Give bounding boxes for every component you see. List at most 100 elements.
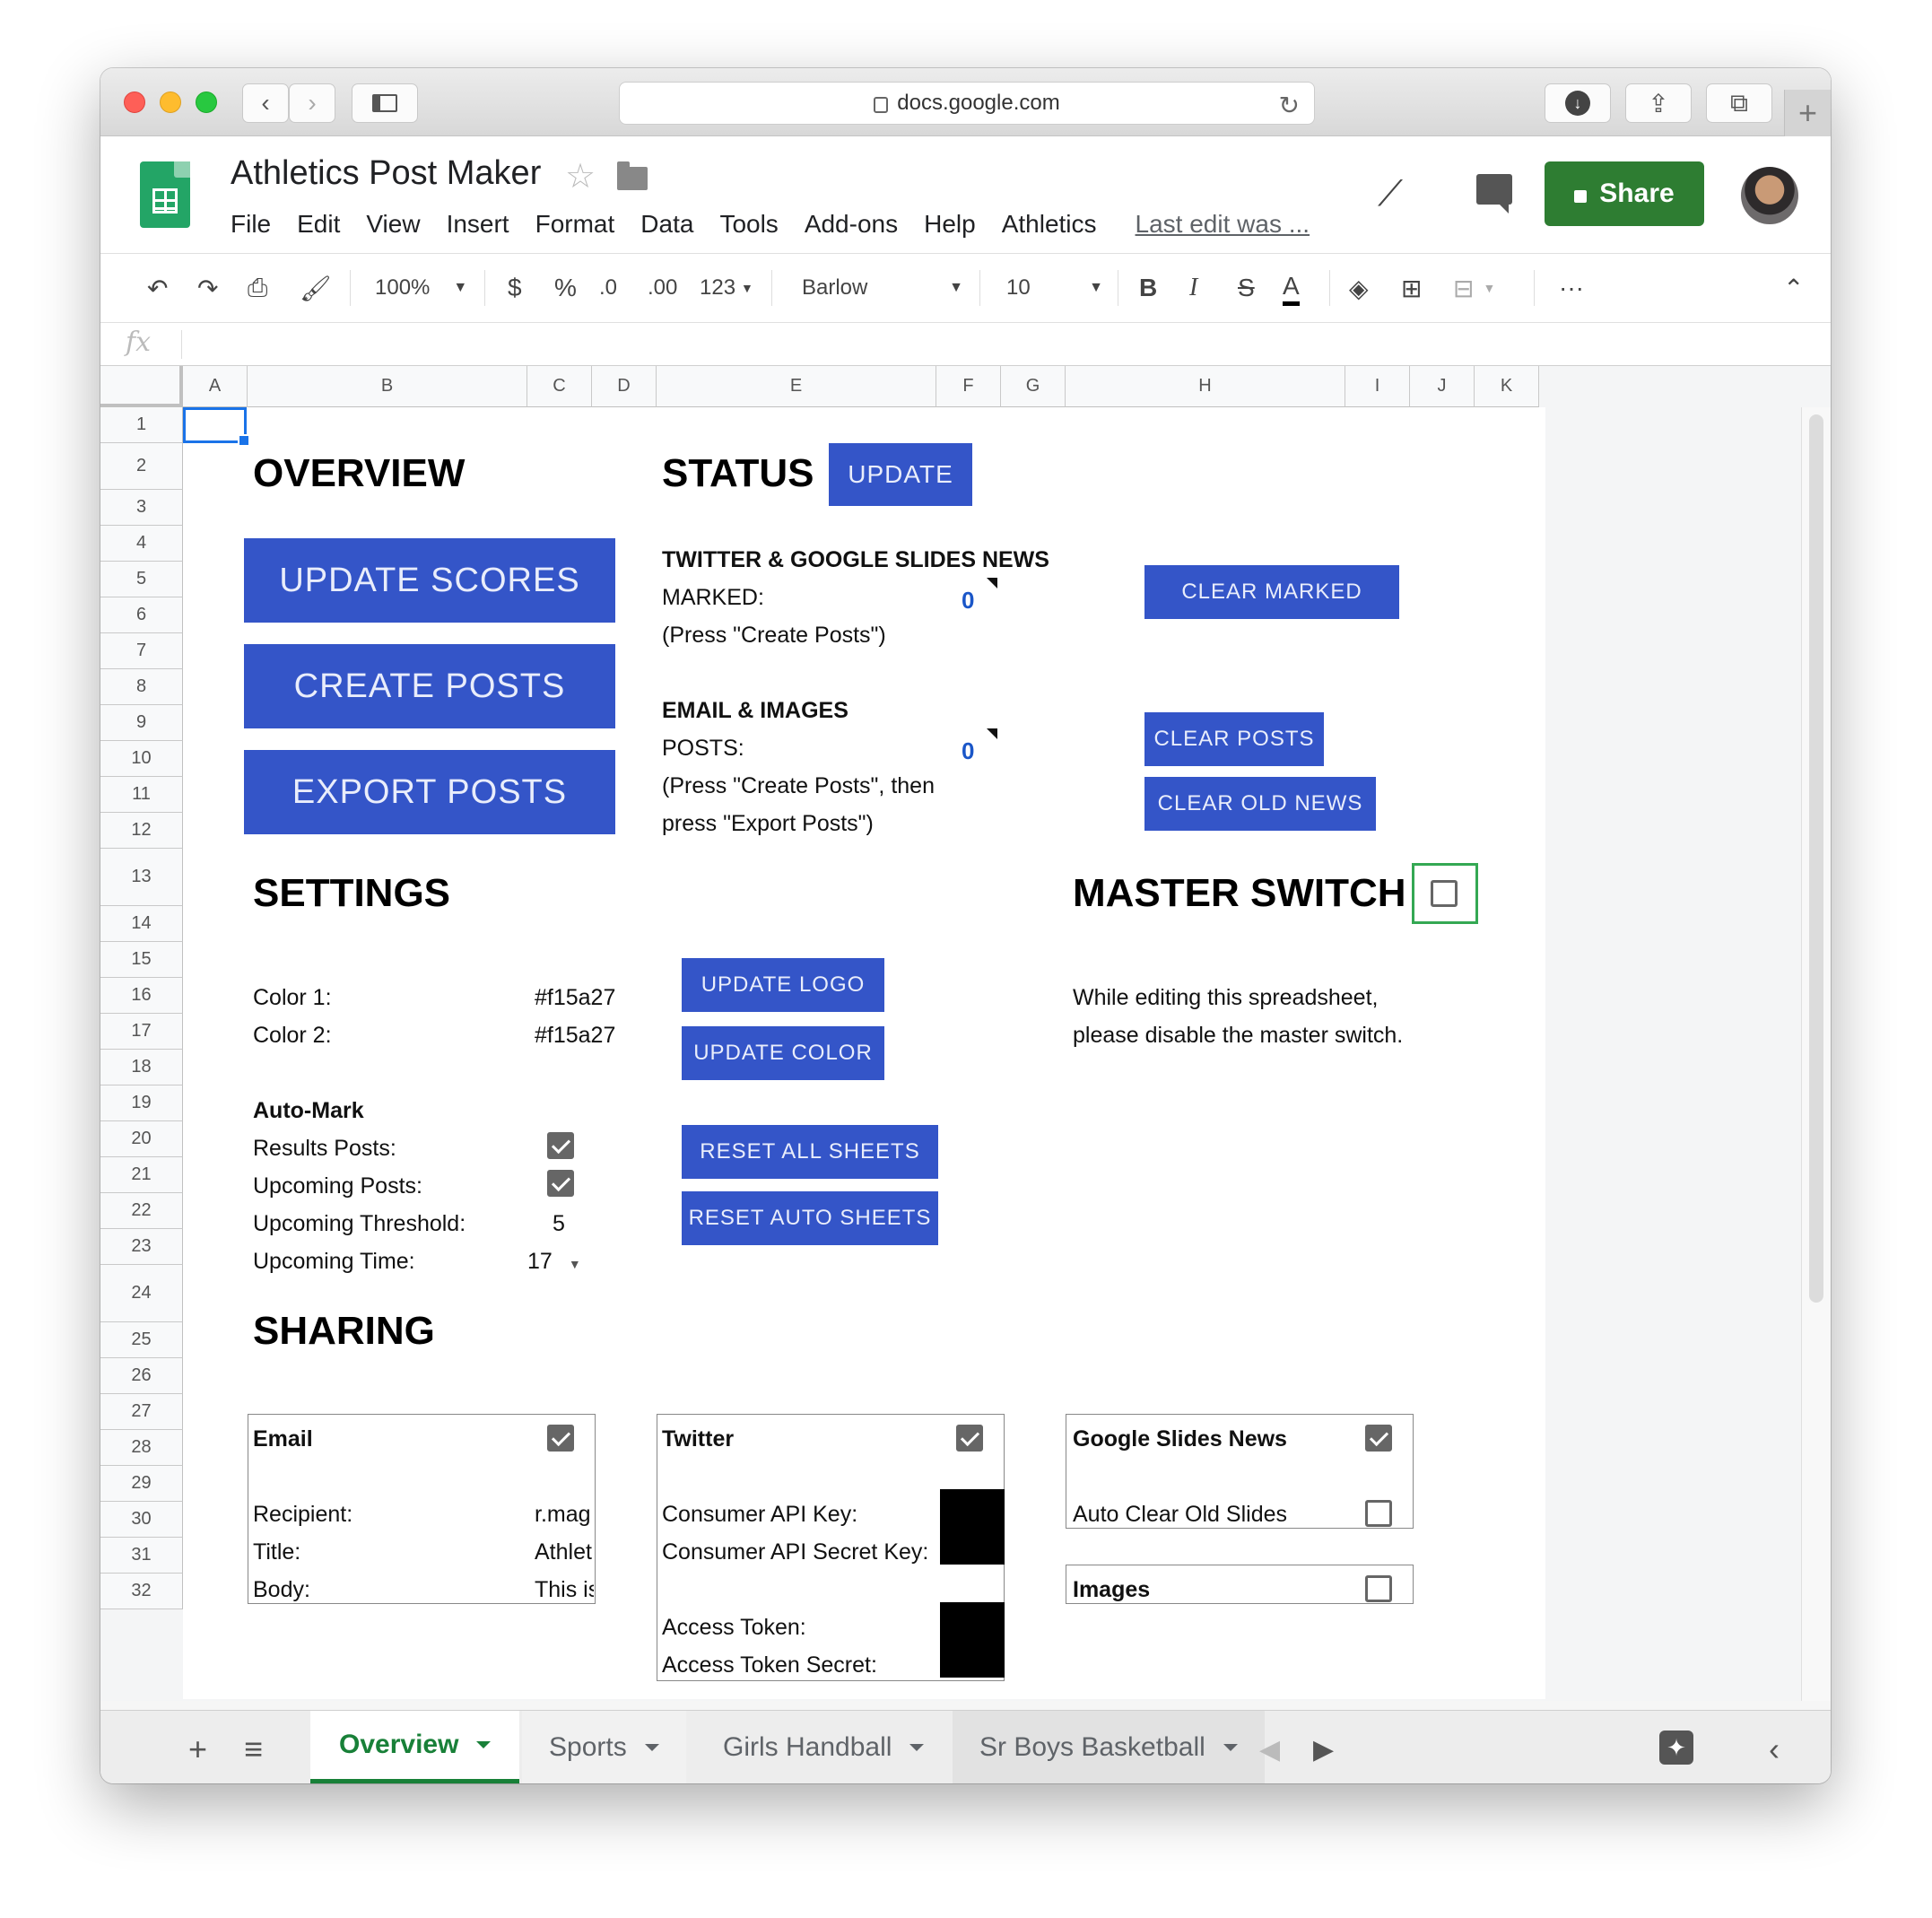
results-posts-checkbox[interactable]	[547, 1132, 574, 1159]
forward-button[interactable]: ›	[289, 83, 335, 123]
menu-tools[interactable]: Tools	[719, 210, 778, 239]
row-header[interactable]: 8	[100, 669, 183, 705]
upcoming-time-select[interactable]: 17 ▼	[527, 1251, 581, 1273]
row-header[interactable]: 2	[100, 443, 183, 490]
scroll-tabs-left-icon[interactable]: ◀	[1259, 1734, 1280, 1765]
new-tab-button[interactable]: +	[1784, 90, 1831, 136]
row-header[interactable]: 7	[100, 633, 183, 669]
sheet-cells[interactable]: OVERVIEW UPDATE SCORES CREATE POSTS EXPO…	[183, 407, 1545, 1699]
row-header[interactable]: 3	[100, 490, 183, 526]
update-scores-button[interactable]: UPDATE SCORES	[244, 538, 615, 623]
column-header[interactable]: H	[1066, 366, 1345, 407]
row-header[interactable]: 12	[100, 813, 183, 849]
row-header[interactable]: 27	[100, 1394, 183, 1430]
more-formats-button[interactable]: 123 ▼	[700, 270, 753, 306]
row-header[interactable]: 4	[100, 526, 183, 562]
reset-auto-sheets-button[interactable]: RESET AUTO SHEETS	[682, 1191, 938, 1245]
row-header[interactable]: 31	[100, 1538, 183, 1574]
row-header[interactable]: 25	[100, 1322, 183, 1358]
address-bar[interactable]: docs.google.com ↻	[619, 82, 1315, 125]
redo-icon[interactable]: ↷	[197, 270, 218, 306]
side-panel-collapse-icon[interactable]: ‹	[1769, 1731, 1780, 1768]
menu-athletics[interactable]: Athletics	[1002, 210, 1097, 239]
menu-help[interactable]: Help	[924, 210, 976, 239]
column-header[interactable]: A	[183, 366, 248, 407]
body-value[interactable]: This is	[535, 1579, 594, 1601]
column-header[interactable]: I	[1345, 366, 1410, 407]
explore-icon[interactable]: ✦	[1659, 1731, 1693, 1765]
row-header[interactable]: 14	[100, 906, 183, 942]
vertical-scrollbar[interactable]	[1801, 407, 1831, 1701]
horizontal-scrollbar[interactable]	[100, 1701, 1831, 1710]
scroll-tabs-right-icon[interactable]: ▶	[1313, 1734, 1334, 1765]
print-icon[interactable]: ⎙	[248, 270, 267, 306]
menu-view[interactable]: View	[366, 210, 420, 239]
all-sheets-icon[interactable]: ≡	[244, 1731, 263, 1768]
master-switch-checkbox[interactable]	[1431, 880, 1458, 907]
export-posts-button[interactable]: EXPORT POSTS	[244, 750, 615, 834]
column-header[interactable]: K	[1475, 366, 1539, 407]
sheets-logo-icon[interactable]	[140, 161, 190, 228]
menu-edit[interactable]: Edit	[297, 210, 340, 239]
row-header[interactable]: 1	[100, 407, 183, 443]
font-select[interactable]: Barlow ▼	[802, 270, 963, 306]
auto-clear-checkbox[interactable]	[1365, 1500, 1392, 1527]
currency-format-button[interactable]: $	[508, 270, 522, 306]
upcoming-threshold-value[interactable]: 5	[553, 1213, 565, 1235]
color2-value[interactable]: #f15a27	[535, 1024, 615, 1047]
decrease-decimal-button[interactable]: .0	[599, 270, 617, 306]
update-color-button[interactable]: UPDATE COLOR	[682, 1026, 884, 1080]
menu-file[interactable]: File	[231, 210, 271, 239]
column-header[interactable]: G	[1001, 366, 1066, 407]
clear-old-news-button[interactable]: CLEAR OLD NEWS	[1144, 777, 1376, 831]
column-header[interactable]: D	[592, 366, 657, 407]
back-button[interactable]: ‹	[242, 83, 289, 123]
row-header[interactable]: 9	[100, 705, 183, 741]
minimize-window-button[interactable]	[160, 92, 181, 113]
zoom-window-button[interactable]	[196, 92, 217, 113]
row-header[interactable]: 22	[100, 1193, 183, 1229]
add-sheet-icon[interactable]: +	[188, 1731, 207, 1768]
selected-cell[interactable]	[183, 407, 250, 447]
menu-addons[interactable]: Add-ons	[805, 210, 898, 239]
undo-icon[interactable]: ↶	[147, 270, 168, 306]
upcoming-posts-checkbox[interactable]	[547, 1170, 574, 1197]
row-header[interactable]: 24	[100, 1265, 183, 1322]
master-switch-cell[interactable]	[1412, 863, 1478, 924]
email-checkbox[interactable]	[547, 1425, 574, 1452]
increase-decimal-button[interactable]: .00	[648, 270, 677, 306]
row-header[interactable]: 26	[100, 1358, 183, 1394]
menu-insert[interactable]: Insert	[447, 210, 509, 239]
star-icon[interactable]: ☆	[565, 156, 596, 196]
row-header[interactable]: 28	[100, 1430, 183, 1466]
merge-cells-icon[interactable]: ⊟ ▼	[1453, 270, 1495, 306]
collapse-toolbar-icon[interactable]: ⌃	[1783, 270, 1804, 306]
tab-sports[interactable]: Sports	[522, 1711, 686, 1783]
font-size-select[interactable]: 10 ▼	[1006, 270, 1103, 306]
column-header[interactable]: B	[248, 366, 527, 407]
borders-icon[interactable]: ⊞	[1401, 270, 1422, 306]
avatar[interactable]	[1741, 167, 1798, 224]
clear-marked-button[interactable]: CLEAR MARKED	[1144, 565, 1399, 619]
tab-sr-boys-basketball[interactable]: Sr Boys Basketball	[953, 1711, 1265, 1783]
row-header[interactable]: 15	[100, 942, 183, 978]
document-title[interactable]: Athletics Post Maker	[231, 154, 541, 193]
paint-format-icon[interactable]: 🖌	[300, 270, 332, 306]
reload-icon[interactable]: ↻	[1279, 91, 1300, 120]
comment-icon[interactable]	[1476, 174, 1512, 214]
row-header[interactable]: 17	[100, 1014, 183, 1050]
menu-format[interactable]: Format	[535, 210, 615, 239]
row-header[interactable]: 20	[100, 1121, 183, 1157]
select-all-corner[interactable]	[100, 366, 183, 407]
zoom-select[interactable]: 100% ▼	[375, 270, 467, 306]
twitter-checkbox[interactable]	[956, 1425, 983, 1452]
color1-value[interactable]: #f15a27	[535, 987, 615, 1009]
column-header[interactable]: F	[936, 366, 1001, 407]
more-options-icon[interactable]: ···	[1559, 270, 1584, 306]
row-header[interactable]: 32	[100, 1574, 183, 1609]
slides-checkbox[interactable]	[1365, 1425, 1392, 1452]
close-window-button[interactable]	[124, 92, 145, 113]
row-header[interactable]: 18	[100, 1050, 183, 1085]
row-header[interactable]: 5	[100, 562, 183, 597]
italic-button[interactable]: I	[1189, 270, 1197, 306]
